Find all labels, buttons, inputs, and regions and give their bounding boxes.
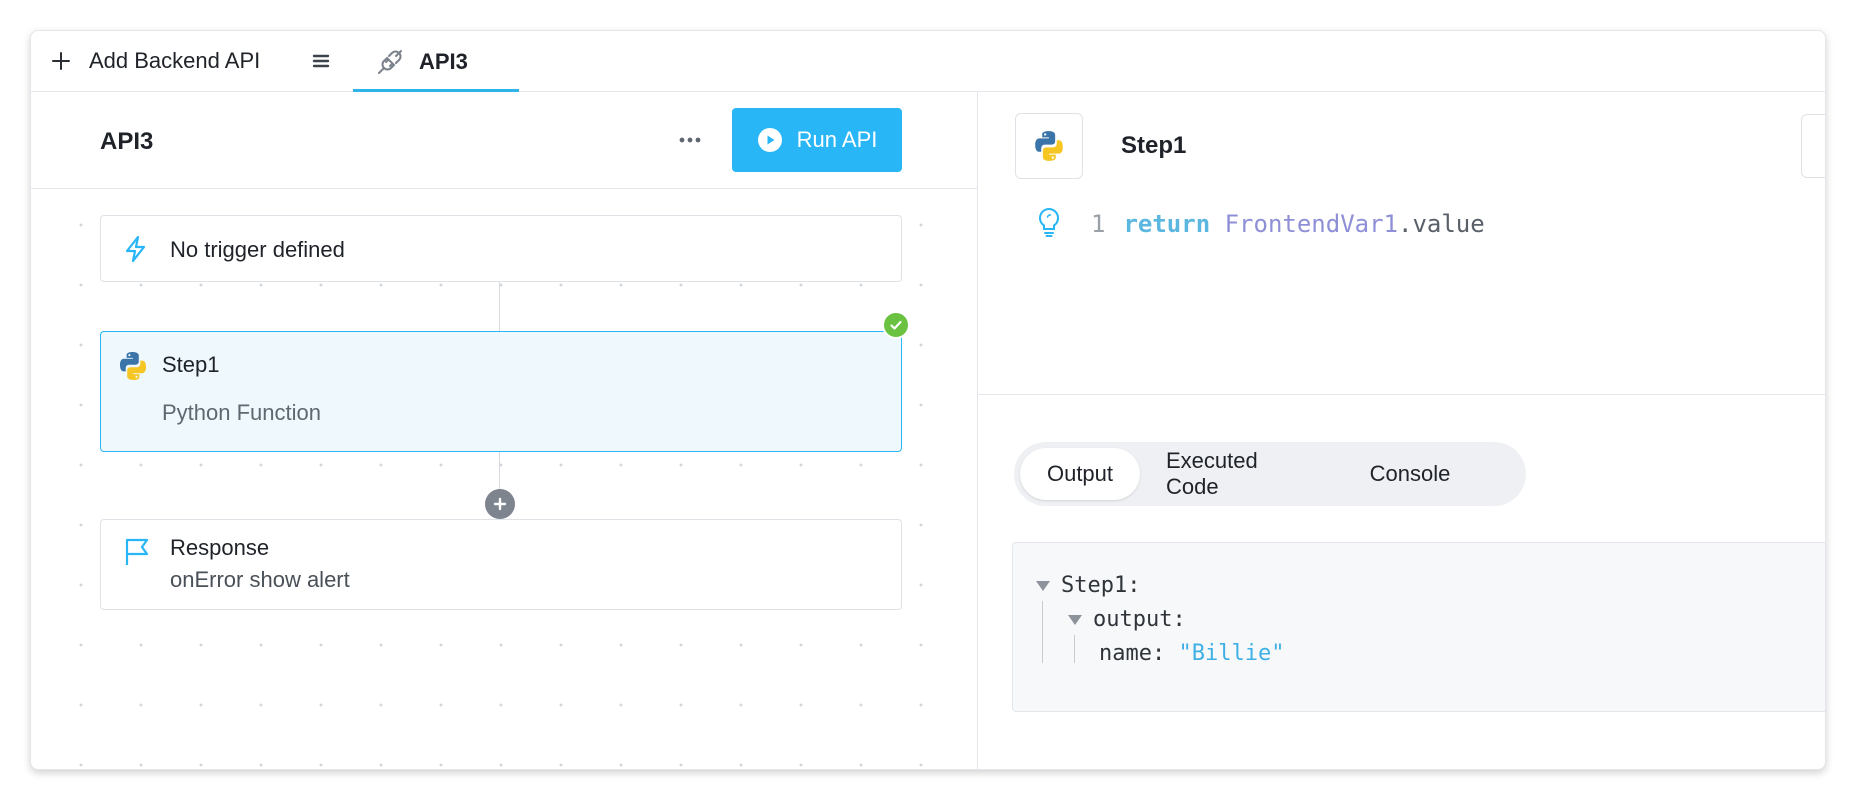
step-options-button[interactable] xyxy=(1801,114,1825,178)
trigger-node[interactable]: No trigger defined xyxy=(100,215,902,282)
trigger-label: No trigger defined xyxy=(170,237,345,262)
success-badge xyxy=(882,311,910,339)
response-node-title: Response xyxy=(170,535,270,560)
output-leaf-value: "Billie" xyxy=(1178,641,1285,666)
tab-console[interactable]: Console xyxy=(1340,448,1480,500)
tab-output[interactable]: Output xyxy=(1020,448,1140,500)
add-backend-api-button[interactable]: Add Backend API xyxy=(49,45,260,77)
plus-icon xyxy=(52,52,70,70)
more-icon[interactable] xyxy=(675,128,705,152)
output-leaf: name: "Billie" xyxy=(1099,641,1284,666)
plug-icon xyxy=(378,49,402,74)
bulb-icon[interactable] xyxy=(1035,206,1063,238)
add-step-icon xyxy=(493,497,507,511)
python-icon xyxy=(120,352,146,380)
tab-api3[interactable]: API3 xyxy=(353,31,519,92)
line-number: 1 xyxy=(1091,210,1106,238)
step-node[interactable]: Step1 Python Function xyxy=(100,331,902,452)
code-keyword: return xyxy=(1123,210,1211,238)
result-tabs: Output Executed Code Console xyxy=(1014,442,1526,506)
flag-icon xyxy=(125,538,149,565)
run-api-label: Run API xyxy=(796,127,878,152)
code-variable: FrontendVar1 xyxy=(1224,210,1398,238)
tab-bar: Add Backend API API3 xyxy=(31,31,1825,92)
output-leaf-key: name: xyxy=(1099,641,1166,666)
panel-divider xyxy=(979,394,1825,395)
api-title: API3 xyxy=(100,128,154,155)
add-step-button[interactable] xyxy=(485,489,515,519)
collapse-triangle-icon[interactable] xyxy=(1036,581,1050,591)
tree-guide xyxy=(1042,601,1043,663)
code-editor[interactable]: 1 return FrontendVar1.value xyxy=(979,192,1825,392)
tab-executed-code[interactable]: Executed Code xyxy=(1146,448,1334,500)
response-node-subtitle: onError show alert xyxy=(170,567,350,592)
workflow-panel: API3 Run API No trigger defined Step1 Py… xyxy=(31,92,978,769)
run-api-button[interactable]: Run API xyxy=(732,108,902,172)
workflow-header: API3 Run API xyxy=(31,92,977,189)
tab-api3-label: API3 xyxy=(419,48,468,74)
check-icon xyxy=(890,320,902,330)
step-node-subtitle: Python Function xyxy=(162,400,321,425)
step-node-title: Step1 xyxy=(162,352,220,377)
tree-guide xyxy=(1074,635,1075,663)
api-editor-window: Add Backend API API3 API3 Run API No tri… xyxy=(30,30,1826,770)
step-detail-panel: Step1 1 return FrontendVar1.value Output … xyxy=(979,92,1825,769)
code-line: 1 return FrontendVar1.value xyxy=(1091,210,1485,238)
python-icon xyxy=(1035,131,1063,161)
output-viewer: Step1: output: name: "Billie" xyxy=(1012,542,1825,712)
connector-line xyxy=(499,282,500,331)
step-detail-title: Step1 xyxy=(1121,132,1187,159)
menu-icon[interactable] xyxy=(309,49,333,73)
add-backend-api-label: Add Backend API xyxy=(89,48,261,73)
collapse-triangle-icon[interactable] xyxy=(1068,615,1082,625)
response-node[interactable]: Response onError show alert xyxy=(100,519,902,610)
lightning-icon xyxy=(125,235,146,263)
output-root-key: Step1: xyxy=(1061,573,1141,598)
step-type-badge xyxy=(1015,113,1083,179)
workflow-canvas: No trigger defined Step1 Python Function… xyxy=(31,190,977,769)
output-child-key: output: xyxy=(1093,607,1186,632)
code-property: .value xyxy=(1398,210,1485,238)
play-icon xyxy=(757,128,782,152)
